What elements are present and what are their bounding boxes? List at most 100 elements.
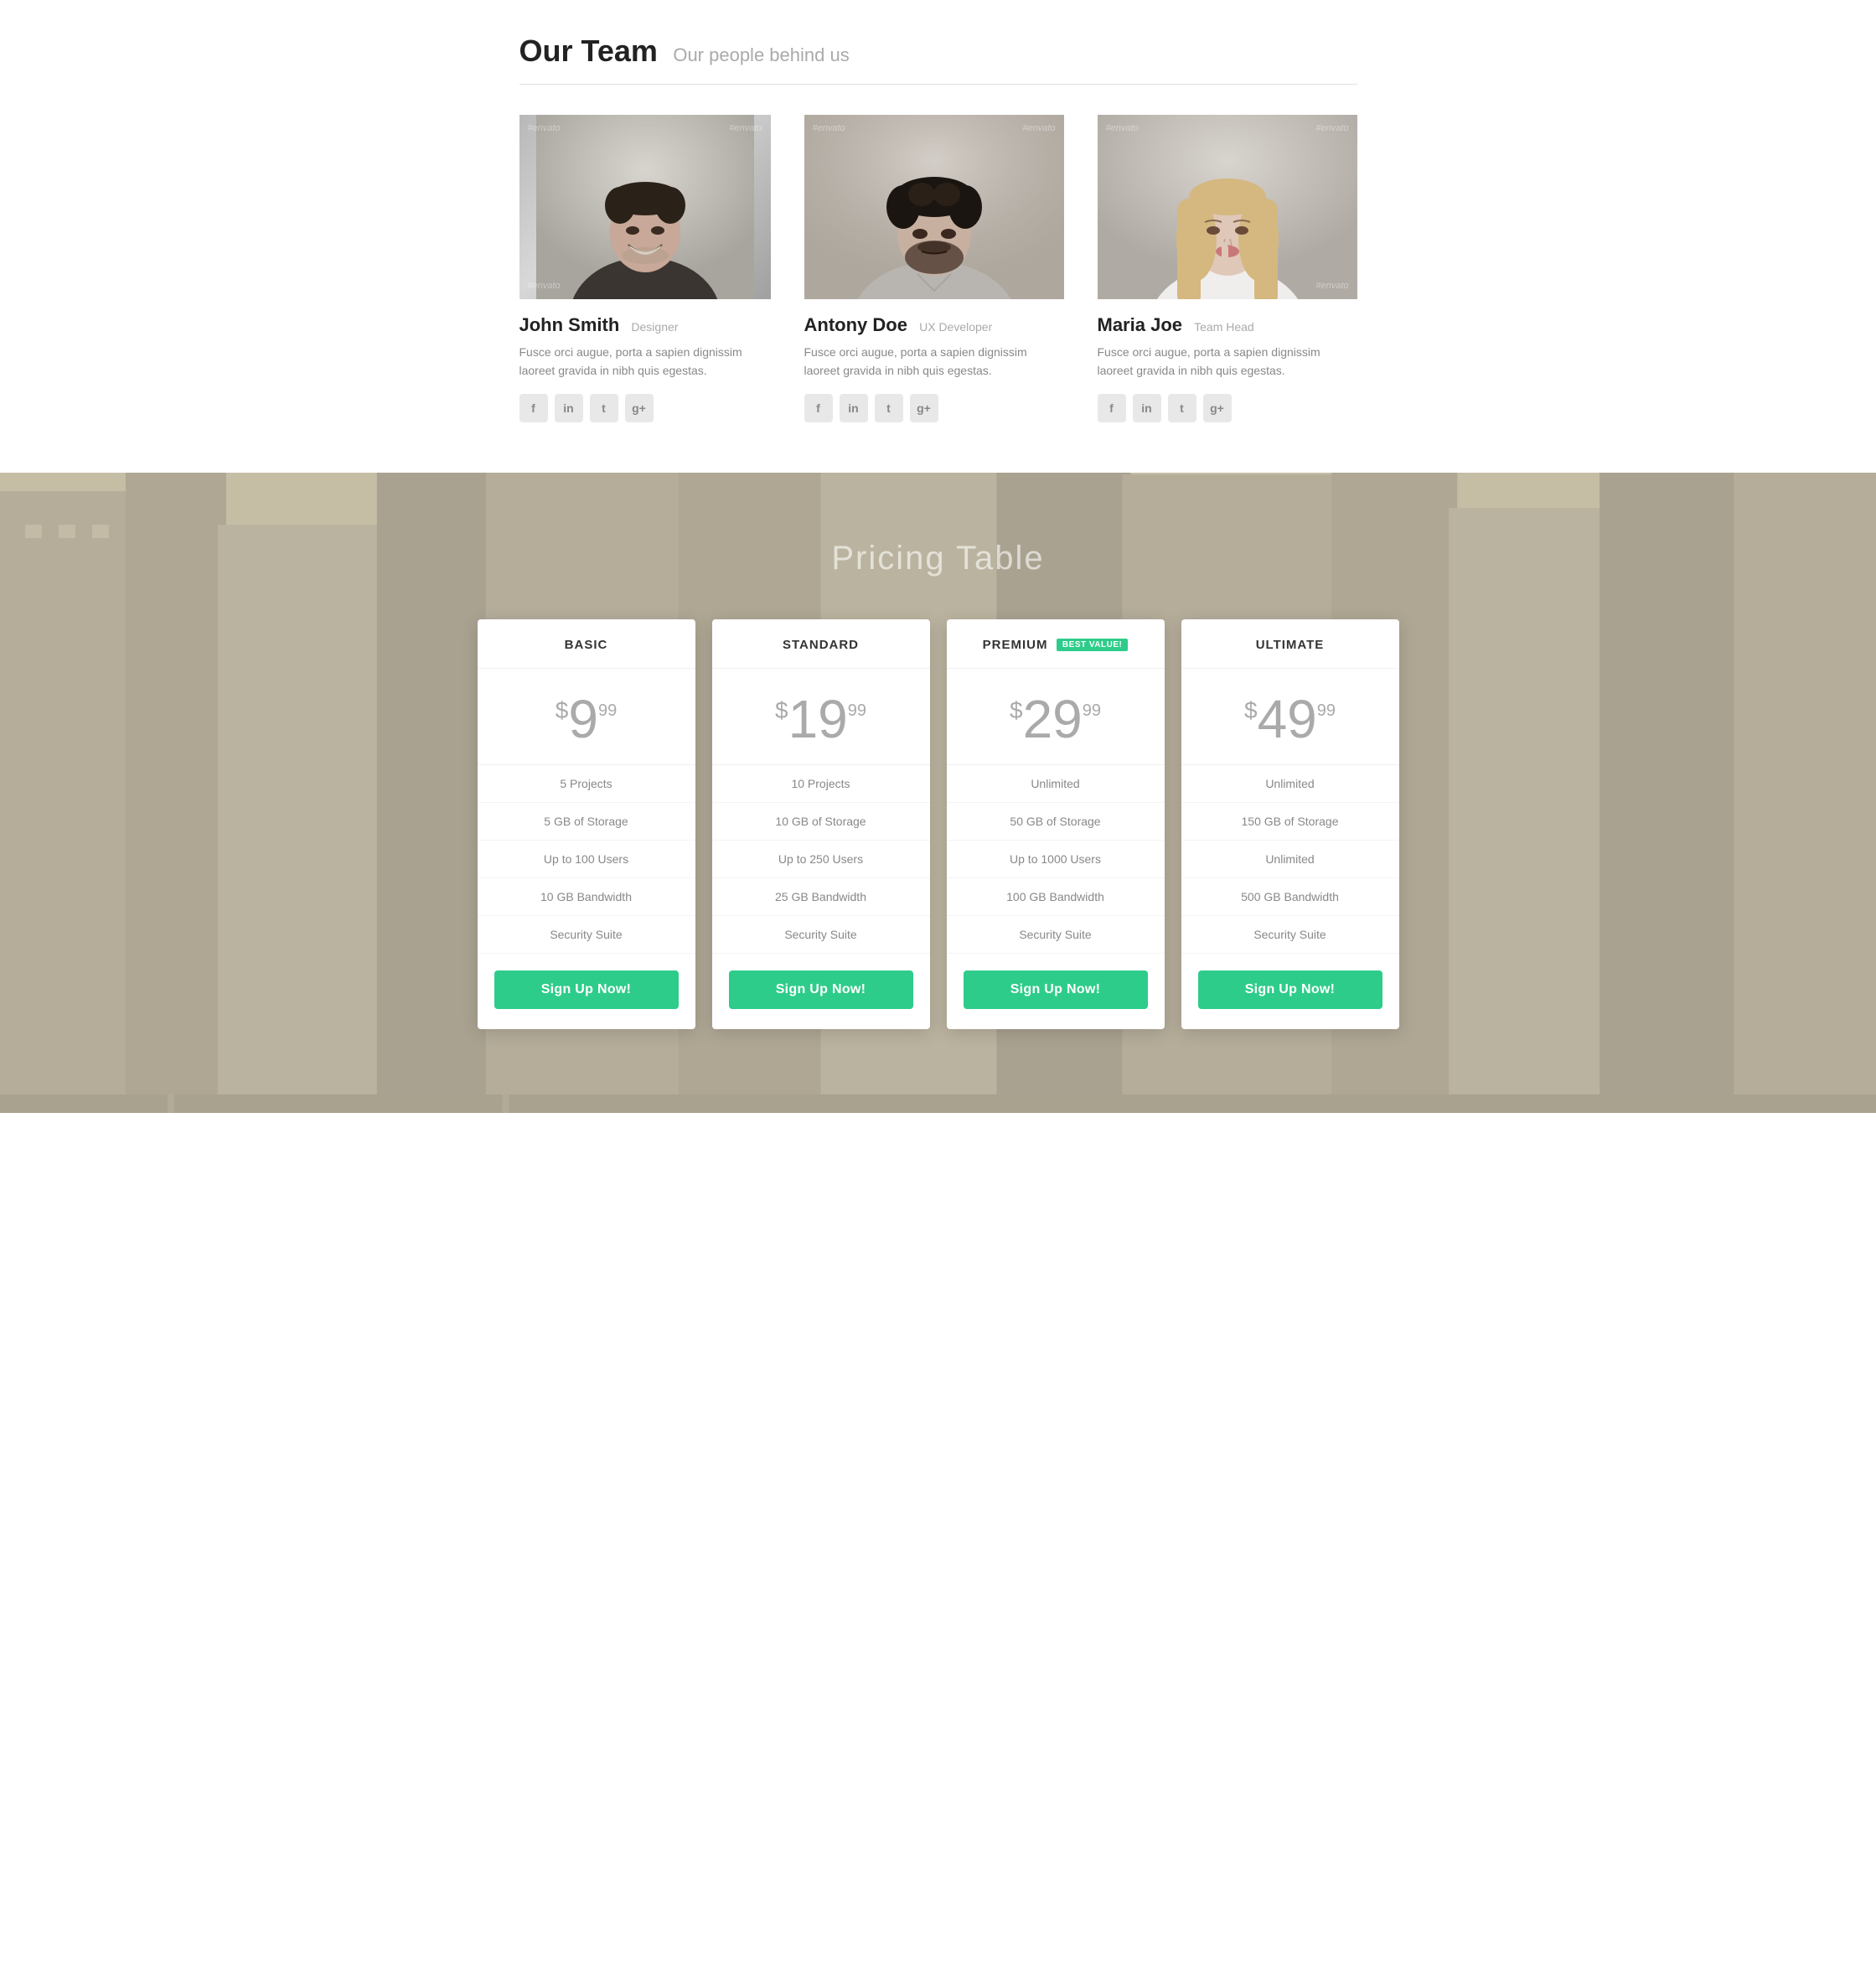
team-section: Our Team Our people behind us #envato #e… (469, 0, 1408, 473)
ultimate-plan-name: ULTIMATE (1256, 638, 1325, 652)
ultimate-price: $ 49 99 (1181, 669, 1399, 765)
team-heading: Our Team (519, 34, 658, 68)
watermark3-br: #envato (1315, 281, 1348, 291)
member-2-name: Antony Doe UX Developer (804, 314, 1064, 336)
basic-footer: Sign Up Now! (478, 954, 695, 1029)
member-2-facebook-icon[interactable]: f (804, 394, 833, 422)
basic-feature-4: 10 GB Bandwidth (478, 878, 695, 916)
pricing-card-ultimate: ULTIMATE $ 49 99 Unlimited 150 GB of Sto… (1181, 619, 1399, 1029)
best-value-badge: BEST VALUE! (1057, 639, 1128, 651)
member-3-bio: Fusce orci augue, porta a sapien digniss… (1098, 343, 1357, 380)
member-2-google-icon[interactable]: g+ (910, 394, 938, 422)
member-3-facebook-icon[interactable]: f (1098, 394, 1126, 422)
member-3-socials: f in t g+ (1098, 394, 1357, 422)
member-3-linkedin-icon[interactable]: in (1133, 394, 1161, 422)
member-1-facebook-icon[interactable]: f (519, 394, 548, 422)
team-member-photo-2: #envato #envato (804, 115, 1064, 299)
premium-features: Unlimited 50 GB of Storage Up to 1000 Us… (947, 765, 1165, 954)
member-3-role: Team Head (1194, 320, 1254, 334)
pricing-section: Pricing Table BASIC $ 9 99 5 Projects 5 … (0, 473, 1876, 1113)
ultimate-feature-4: 500 GB Bandwidth (1181, 878, 1399, 916)
basic-price: $ 9 99 (478, 669, 695, 765)
person2-svg (804, 115, 1064, 299)
pricing-card-standard: STANDARD $ 19 99 10 Projects 10 GB of St… (712, 619, 930, 1029)
ultimate-features: Unlimited 150 GB of Storage Unlimited 50… (1181, 765, 1399, 954)
member-1-twitter-icon[interactable]: t (590, 394, 618, 422)
ultimate-cents: 99 (1317, 702, 1336, 719)
card-premium-header: PREMIUM BEST VALUE! (947, 619, 1165, 669)
pricing-card-premium: PREMIUM BEST VALUE! $ 29 99 Unlimited 50… (947, 619, 1165, 1029)
standard-dollar: $ (775, 699, 788, 722)
premium-amount: 29 (1023, 692, 1083, 746)
basic-feature-5: Security Suite (478, 916, 695, 954)
standard-price-display: $ 19 99 (721, 692, 922, 746)
premium-footer: Sign Up Now! (947, 954, 1165, 1029)
pricing-cards: BASIC $ 9 99 5 Projects 5 GB of Storage … (478, 619, 1399, 1029)
member-3-twitter-icon[interactable]: t (1168, 394, 1196, 422)
premium-plan-name: PREMIUM (983, 638, 1048, 652)
basic-price-display: $ 9 99 (486, 692, 687, 746)
premium-signup-button[interactable]: Sign Up Now! (964, 970, 1148, 1009)
watermark3-tl: #envato (1106, 123, 1139, 133)
member-1-name: John Smith Designer (519, 314, 771, 336)
standard-feature-3: Up to 250 Users (712, 841, 930, 878)
basic-signup-button[interactable]: Sign Up Now! (494, 970, 679, 1009)
card-basic-header: BASIC (478, 619, 695, 669)
team-grid: #envato #envato #envato (519, 115, 1357, 422)
standard-amount: 19 (788, 692, 848, 746)
premium-cents: 99 (1083, 702, 1101, 719)
standard-footer: Sign Up Now! (712, 954, 930, 1029)
watermark-tr: #envato (729, 123, 762, 133)
member-1-linkedin-icon[interactable]: in (555, 394, 583, 422)
basic-feature-1: 5 Projects (478, 765, 695, 803)
team-member-photo-1: #envato #envato #envato (519, 115, 771, 299)
member-1-google-icon[interactable]: g+ (625, 394, 654, 422)
ultimate-dollar: $ (1244, 699, 1258, 722)
premium-feature-1: Unlimited (947, 765, 1165, 803)
member-2-role: UX Developer (919, 320, 992, 334)
member-1-bio: Fusce orci augue, porta a sapien digniss… (519, 343, 771, 380)
team-member-1: #envato #envato #envato (519, 115, 771, 422)
standard-plan-name: STANDARD (783, 638, 859, 652)
standard-signup-button[interactable]: Sign Up Now! (729, 970, 913, 1009)
member-3-google-icon[interactable]: g+ (1203, 394, 1232, 422)
watermark2-tr: #envato (1022, 123, 1055, 133)
member-2-twitter-icon[interactable]: t (875, 394, 903, 422)
member-2-linkedin-icon[interactable]: in (840, 394, 868, 422)
member-3-name: Maria Joe Team Head (1098, 314, 1357, 336)
standard-price: $ 19 99 (712, 669, 930, 765)
standard-features: 10 Projects 10 GB of Storage Up to 250 U… (712, 765, 930, 954)
pricing-card-basic: BASIC $ 9 99 5 Projects 5 GB of Storage … (478, 619, 695, 1029)
standard-feature-4: 25 GB Bandwidth (712, 878, 930, 916)
ultimate-footer: Sign Up Now! (1181, 954, 1399, 1029)
premium-dollar: $ (1010, 699, 1023, 722)
ultimate-feature-1: Unlimited (1181, 765, 1399, 803)
photo-placeholder-2: #envato #envato (804, 115, 1064, 299)
watermark-tl: #envato (528, 123, 561, 133)
premium-price-display: $ 29 99 (955, 692, 1156, 746)
ultimate-signup-button[interactable]: Sign Up Now! (1198, 970, 1382, 1009)
premium-feature-3: Up to 1000 Users (947, 841, 1165, 878)
ultimate-feature-5: Security Suite (1181, 916, 1399, 954)
premium-feature-2: 50 GB of Storage (947, 803, 1165, 841)
watermark-bl: #envato (528, 281, 561, 291)
member-1-role: Designer (631, 320, 678, 334)
ultimate-price-display: $ 49 99 (1190, 692, 1391, 746)
ultimate-feature-2: 150 GB of Storage (1181, 803, 1399, 841)
person3-svg (1098, 115, 1357, 299)
watermark2-tl: #envato (813, 123, 845, 133)
team-member-3: #envato #envato #envato (1098, 115, 1357, 422)
basic-cents: 99 (598, 702, 617, 719)
basic-feature-2: 5 GB of Storage (478, 803, 695, 841)
ultimate-feature-3: Unlimited (1181, 841, 1399, 878)
pricing-title: Pricing Table (50, 540, 1826, 577)
standard-cents: 99 (848, 702, 866, 719)
card-standard-header: STANDARD (712, 619, 930, 669)
photo-placeholder-1: #envato #envato #envato (519, 115, 771, 299)
premium-price: $ 29 99 (947, 669, 1165, 765)
basic-amount: 9 (568, 692, 598, 746)
team-member-2: #envato #envato (804, 115, 1064, 422)
team-subheading: Our people behind us (673, 44, 849, 65)
premium-feature-5: Security Suite (947, 916, 1165, 954)
team-header: Our Team Our people behind us (519, 34, 1357, 85)
